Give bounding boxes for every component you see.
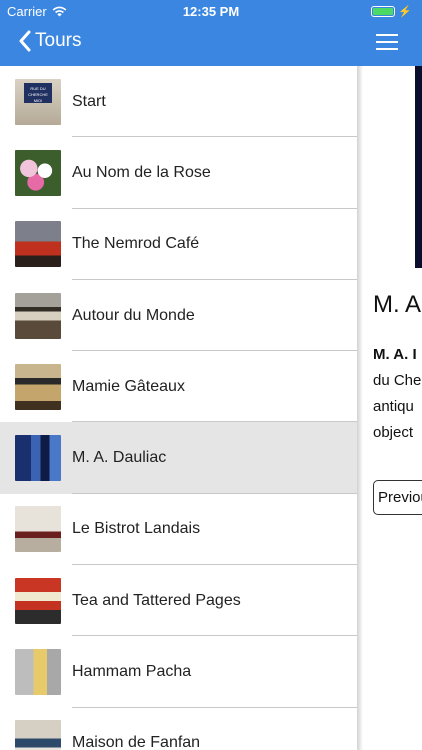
list-item[interactable]: Maison de Fanfan (0, 708, 357, 750)
detail-description-bold: M. A. I (373, 346, 417, 363)
list-item[interactable]: Hammam Pacha (0, 636, 357, 708)
list-item-label: The Nemrod Café (72, 235, 200, 253)
street-sign-text: RUE DU CHERCHE MIDI (24, 82, 52, 103)
shopfront-image (15, 292, 61, 339)
status-bar: Carrier 12:35 PM ⚡ (0, 0, 422, 22)
list-item[interactable]: The Nemrod Café (0, 209, 357, 280)
roses-image (15, 149, 61, 196)
street-sign-image: RUE DU CHERCHE MIDI (15, 78, 61, 125)
list-item-selected[interactable]: M. A. Dauliac (0, 422, 357, 494)
list-item-label: Maison de Fanfan (72, 734, 201, 750)
battery-indicator: ⚡ (371, 5, 412, 18)
detail-panel: M. A M. A. I du Che antiqu object Previo… (357, 66, 422, 750)
detail-description-line: object (373, 424, 414, 441)
nav-bar: Tours (0, 22, 422, 66)
detail-title: M. A (373, 291, 422, 318)
list-item[interactable]: Mamie Gâteaux (0, 351, 357, 423)
hamburger-menu-icon[interactable] (376, 34, 398, 52)
previous-button[interactable]: Previou (373, 480, 422, 515)
list-item[interactable]: Autour du Monde (0, 280, 357, 352)
list-item-label: Au Nom de la Rose (72, 163, 211, 181)
list-item-label: Le Bistrot Landais (72, 520, 201, 538)
tour-stop-list: RUE DU CHERCHE MIDI Start Au Nom de la R… (0, 66, 357, 750)
detail-description-line: du Che (373, 372, 422, 389)
detail-description: M. A. I du Che antiqu object (373, 342, 421, 446)
back-button-label: Tours (35, 30, 82, 51)
shopfront-image (15, 720, 61, 750)
top-bar: Carrier 12:35 PM ⚡ Tours (0, 0, 422, 66)
hammam-image (15, 649, 61, 696)
list-item[interactable]: Tea and Tattered Pages (0, 565, 357, 637)
list-item-label: M. A. Dauliac (72, 449, 167, 467)
shopfront-image (15, 363, 61, 410)
list-item-label: Hammam Pacha (72, 663, 192, 681)
list-item[interactable]: Au Nom de la Rose (0, 137, 357, 209)
chevron-left-icon (19, 30, 31, 52)
list-item[interactable]: RUE DU CHERCHE MIDI Start (0, 66, 357, 138)
list-item-label: Autour du Monde (72, 306, 195, 324)
detail-photo (415, 66, 422, 268)
tea-shop-image (15, 577, 61, 624)
blue-shopfront-image (15, 435, 61, 482)
cafe-image (15, 221, 61, 268)
battery-icon (371, 6, 396, 17)
panel-shadow (357, 66, 363, 750)
detail-description-line: antiqu (373, 398, 414, 415)
list-item-label: Tea and Tattered Pages (72, 591, 241, 609)
back-button[interactable]: Tours (18, 30, 81, 52)
charging-icon: ⚡ (398, 6, 412, 18)
status-time: 12:35 PM (182, 4, 240, 19)
list-item-label: Start (72, 92, 106, 110)
bistro-image (15, 506, 61, 553)
list-item[interactable]: Le Bistrot Landais (0, 494, 357, 566)
list-item-label: Mamie Gâteaux (72, 377, 185, 395)
